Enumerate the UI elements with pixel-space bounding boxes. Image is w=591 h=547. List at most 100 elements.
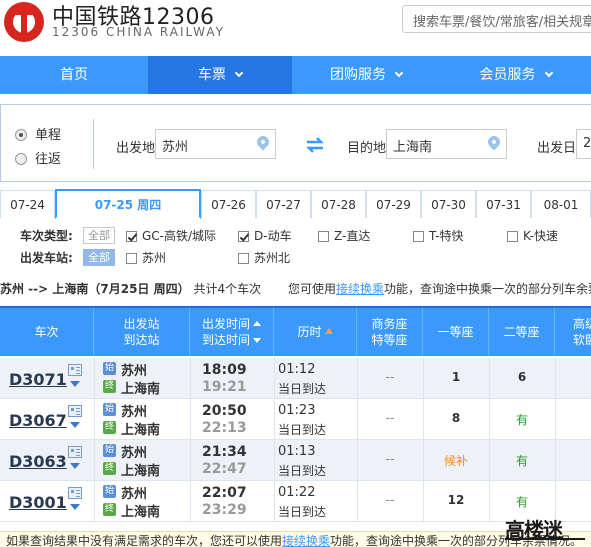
train-number-link[interactable]: D3071: [9, 370, 67, 389]
departure-station: 苏州: [121, 405, 148, 420]
caret-down-icon[interactable]: [70, 504, 80, 510]
train-info-icon[interactable]: [68, 364, 82, 376]
filter-station-suzhou[interactable]: 苏州: [126, 249, 166, 266]
station-all-button[interactable]: 全部: [83, 249, 115, 266]
main-nav: 首页 车票 团购服务 会员服务: [0, 56, 591, 94]
business-seat-availability: --: [385, 452, 395, 466]
watermark-logo: 高楼迷: [505, 514, 585, 543]
location-pin-icon[interactable]: [485, 133, 503, 151]
caret-down-icon[interactable]: [70, 463, 80, 469]
filter-station-suzhoubei[interactable]: 苏州北: [238, 249, 290, 266]
divider: [93, 119, 94, 169]
column-divider: [190, 440, 191, 480]
from-station-value: 苏州: [162, 140, 189, 155]
arrival-day-note: 当日到达: [278, 423, 327, 437]
nav-item-tickets[interactable]: 车票: [148, 56, 292, 94]
train-info-icon[interactable]: [68, 487, 82, 499]
header-soft-sleeper: 高级 软卧: [572, 317, 591, 347]
radio-icon: [15, 129, 27, 141]
date-tab[interactable]: 07-28: [311, 190, 366, 218]
date-tab[interactable]: 07-24: [0, 190, 55, 218]
first-class-availability[interactable]: 候补: [426, 452, 486, 469]
nav-item-home[interactable]: 首页: [0, 56, 148, 94]
train-info-icon[interactable]: [68, 446, 82, 458]
header-times[interactable]: 出发时间 到达时间: [190, 308, 274, 356]
train-count: 共计4个车次: [193, 282, 262, 296]
nav-item-member-services[interactable]: 会员服务: [440, 56, 591, 94]
start-station-badge: 始: [103, 485, 116, 498]
result-summary: 苏州 --> 上海南（7月25日 周四） 共计4个车次 您可使用接续换乘功能，查…: [0, 280, 591, 298]
departure-time: 18:09: [202, 362, 247, 378]
swap-stations-icon[interactable]: [305, 137, 325, 153]
column-divider: [274, 481, 275, 521]
results-table-header: 车次 出发站 到达站 出发时间 到达时间 历时 商务座 特等座 一等座 二等座 高级软…: [0, 306, 591, 356]
departure-station: 苏州: [121, 364, 148, 379]
column-divider: [423, 440, 424, 480]
column-divider: [190, 358, 191, 398]
arrival-station: 上海南: [121, 382, 161, 397]
train-info-icon[interactable]: [68, 405, 82, 417]
notice-transfer-link[interactable]: 接续换乘: [282, 534, 330, 547]
train-number-link[interactable]: D3001: [9, 493, 67, 512]
column-divider: [357, 481, 358, 521]
second-class-availability[interactable]: 有: [492, 452, 552, 469]
departure-time: 22:07: [202, 485, 247, 501]
column-divider: [423, 481, 424, 521]
filter-t-checkbox[interactable]: T-特快: [413, 227, 464, 244]
arrival-day-note: 当日到达: [278, 505, 327, 519]
to-station-input[interactable]: 上海南: [386, 129, 507, 159]
column-divider: [94, 399, 95, 439]
from-station-input[interactable]: 苏州: [155, 129, 276, 159]
filter-z-checkbox[interactable]: Z-直达: [318, 227, 370, 244]
transfer-hint: 您可使用接续换乘功能，查询途中换乘一次的部分列车余票情况。: [288, 282, 591, 296]
location-pin-icon[interactable]: [254, 133, 272, 151]
filter-gc-checkbox[interactable]: GC-高铁/城际: [126, 227, 216, 244]
site-search-input[interactable]: 搜索车票/餐饮/常旅客/相关规章: [402, 5, 591, 33]
train-number-link[interactable]: D3067: [9, 411, 67, 430]
railway-logo-icon[interactable]: [4, 2, 44, 42]
start-station-badge: 始: [103, 403, 116, 416]
header-duration[interactable]: 历时: [274, 308, 357, 356]
trip-type-roundtrip[interactable]: 往返: [15, 148, 61, 167]
column-divider: [94, 358, 95, 398]
transfer-link[interactable]: 接续换乘: [336, 282, 384, 296]
column-divider: [274, 399, 275, 439]
first-class-availability[interactable]: 1: [426, 370, 486, 384]
checkbox-icon: [126, 253, 137, 264]
date-tab[interactable]: 08-01: [531, 190, 591, 218]
train-type-filter-row: 车次类型: 全部 GC-高铁/城际 D-动车 Z-直达 T-特快 K-快速: [20, 227, 591, 245]
to-station-value: 上海南: [393, 140, 433, 155]
nav-item-group-services[interactable]: 团购服务: [292, 56, 440, 94]
date-tab[interactable]: 07-30: [421, 190, 476, 218]
station-filter-row: 出发车站: 全部 苏州 苏州北: [20, 249, 591, 267]
second-class-availability[interactable]: 6: [492, 370, 552, 384]
route-text: 苏州 --> 上海南（7月25日 周四）: [0, 282, 190, 296]
column-divider: [190, 399, 191, 439]
second-class-availability[interactable]: 有: [492, 411, 552, 428]
second-class-availability[interactable]: 有: [492, 493, 552, 510]
duration: 01:12: [278, 362, 316, 377]
date-tab[interactable]: 07-29: [366, 190, 421, 218]
date-tab[interactable]: 07-26: [201, 190, 256, 218]
arrival-time: 23:29: [202, 502, 247, 518]
date-tab[interactable]: 07-27: [256, 190, 311, 218]
table-row: D3071 始苏州终上海南 18:09 19:21 01:12 当日到达 -- 1 6: [0, 358, 591, 399]
header-train: 车次: [0, 308, 94, 356]
column-divider: [357, 358, 358, 398]
departure-time: 21:34: [202, 444, 247, 460]
train-number-link[interactable]: D3063: [9, 452, 67, 471]
column-divider: [423, 358, 424, 398]
filter-d-checkbox[interactable]: D-动车: [238, 227, 292, 244]
date-tab[interactable]: 07-31: [476, 190, 531, 218]
train-type-all-button[interactable]: 全部: [83, 227, 115, 244]
date-input[interactable]: 20: [576, 129, 591, 159]
column-divider: [274, 358, 275, 398]
first-class-availability[interactable]: 8: [426, 411, 486, 425]
caret-down-icon[interactable]: [70, 381, 80, 387]
arrival-time: 22:13: [202, 420, 247, 436]
first-class-availability[interactable]: 12: [426, 493, 486, 507]
date-tab-active[interactable]: 07-25 周四: [55, 189, 201, 219]
caret-down-icon[interactable]: [70, 422, 80, 428]
trip-type-oneway[interactable]: 单程: [15, 124, 61, 143]
filter-k-checkbox[interactable]: K-快速: [507, 227, 558, 244]
